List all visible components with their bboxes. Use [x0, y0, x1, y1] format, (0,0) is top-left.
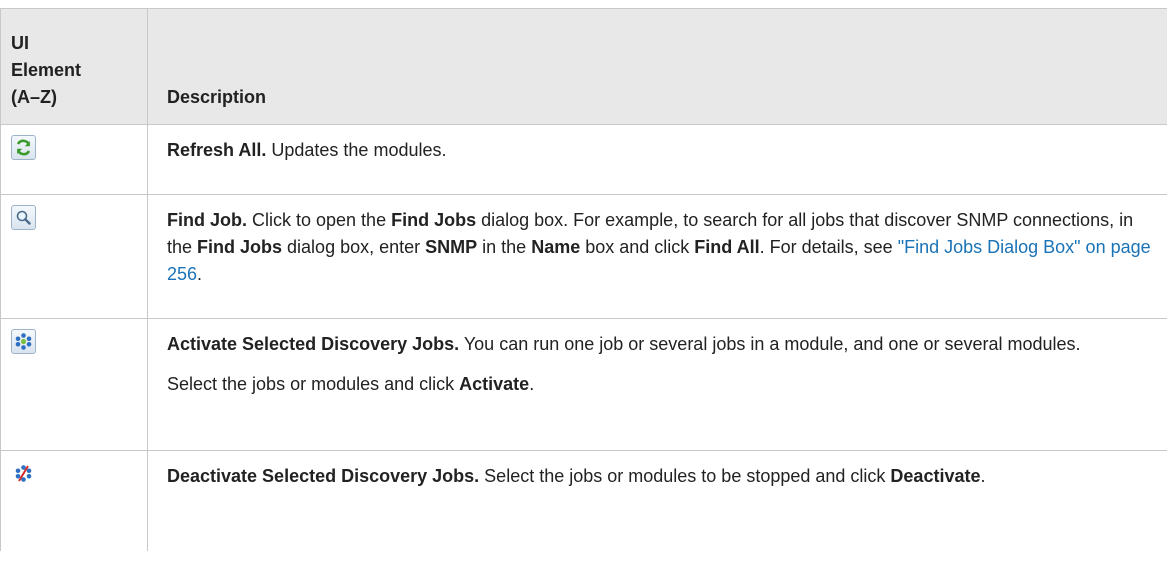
bold-span: Find Jobs	[197, 237, 283, 257]
text-span: box and click	[580, 237, 695, 257]
refresh-all-icon	[11, 135, 36, 160]
deactivate-jobs-title: Deactivate Selected Discovery Jobs.	[167, 466, 480, 486]
bold-span: Find Jobs	[391, 210, 477, 230]
bold-span: Find All	[694, 237, 760, 257]
refresh-all-description: Refresh All. Updates the modules.	[147, 124, 1167, 195]
table-row: Find Job. Click to open the Find Jobs di…	[0, 194, 1167, 319]
deactivate-jobs-description: Deactivate Selected Discovery Jobs. Sele…	[147, 450, 1167, 551]
text-span: . For details, see	[759, 237, 898, 257]
header-ui-element: UI Element (A–Z)	[0, 8, 148, 125]
activate-jobs-description: Activate Selected Discovery Jobs. You ca…	[147, 318, 1167, 451]
text-span: dialog box, enter	[282, 237, 426, 257]
table-row: Deactivate Selected Discovery Jobs. Sele…	[0, 450, 1167, 551]
text-span: in the	[477, 237, 532, 257]
text-span: Select the jobs or modules to be stopped…	[479, 466, 891, 486]
text-span: .	[529, 374, 535, 394]
bold-span: SNMP	[425, 237, 478, 257]
bold-span: Deactivate	[890, 466, 981, 486]
ui-elements-table: UI Element (A–Z) Description Refresh All…	[0, 8, 1167, 551]
refresh-all-text: Updates the modules.	[266, 140, 447, 160]
header-ui-line1: UI	[11, 33, 29, 53]
text-span: Click to open the	[247, 210, 392, 230]
header-description: Description	[147, 8, 1167, 125]
find-job-icon	[11, 205, 36, 230]
table-row: Activate Selected Discovery Jobs. You ca…	[0, 318, 1167, 451]
activate-jobs-icon	[11, 329, 36, 354]
bold-span: Name	[531, 237, 581, 257]
header-ui-line2: Element	[11, 60, 82, 80]
find-job-title: Find Job.	[167, 210, 247, 230]
activate-paragraph-1: Activate Selected Discovery Jobs. You ca…	[167, 331, 1157, 358]
deactivate-jobs-icon	[11, 461, 36, 486]
activate-jobs-title: Activate Selected Discovery Jobs.	[167, 334, 460, 354]
text-span: You can run one job or several jobs in a…	[459, 334, 1081, 354]
find-job-description: Find Job. Click to open the Find Jobs di…	[147, 194, 1167, 319]
text-span: .	[980, 466, 986, 486]
text-span: Select the jobs or modules and click	[167, 374, 460, 394]
refresh-all-title: Refresh All.	[167, 140, 267, 160]
text-span: .	[197, 264, 203, 284]
table-header-row: UI Element (A–Z) Description	[0, 8, 1167, 125]
activate-paragraph-2: Select the jobs or modules and click Act…	[167, 371, 1157, 398]
table-row: Refresh All. Updates the modules.	[0, 124, 1167, 195]
header-ui-line3: (A–Z)	[11, 87, 57, 107]
bold-span: Activate	[459, 374, 530, 394]
